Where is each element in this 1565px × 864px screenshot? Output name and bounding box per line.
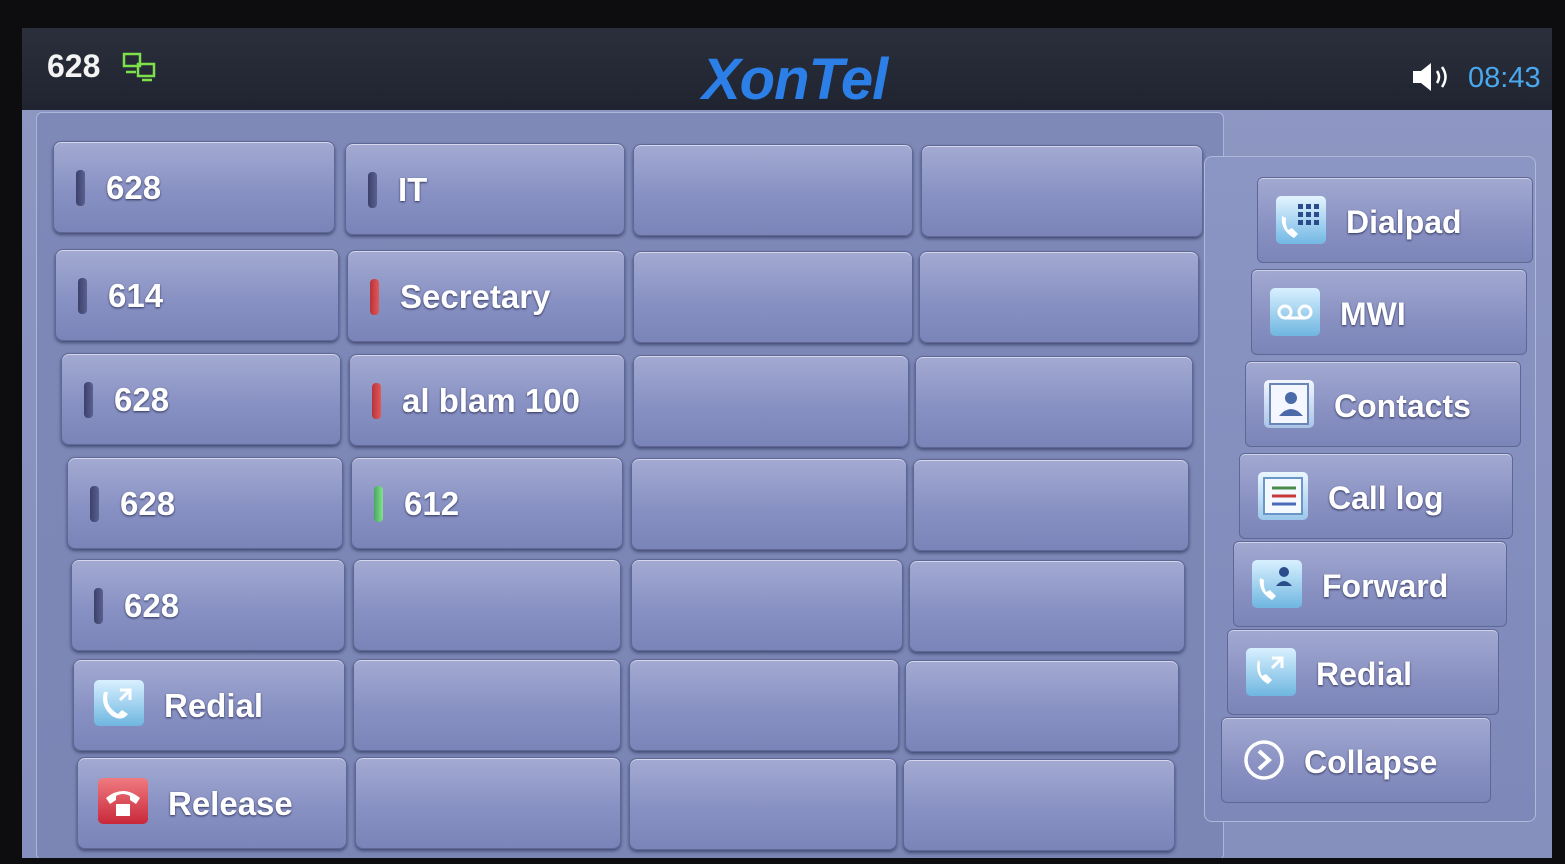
line-key-label: 628 (124, 587, 180, 624)
call-log-label: Call log (1328, 480, 1444, 516)
line-key-empty[interactable] (633, 144, 913, 236)
redial-label: Redial (164, 687, 264, 724)
collapse-icon (1242, 738, 1286, 782)
line-key[interactable]: Secretary (347, 250, 625, 342)
line-key-label: 614 (108, 277, 164, 314)
line-key-label: Secretary (400, 278, 551, 315)
line-key-empty[interactable] (633, 251, 913, 343)
release-label: Release (168, 785, 293, 822)
call-log-button[interactable]: Call log (1239, 453, 1513, 539)
contacts-icon (1264, 380, 1314, 428)
line-key-empty[interactable] (915, 356, 1193, 448)
release-key[interactable]: Release (77, 757, 347, 849)
line-key[interactable]: IT (345, 143, 625, 235)
call-log-icon (1258, 472, 1308, 520)
line-key[interactable]: 628 (71, 559, 345, 651)
line-key-empty[interactable] (353, 559, 621, 651)
line-status-led-idle (374, 486, 383, 522)
line-key-empty[interactable] (631, 559, 903, 651)
redial-menu-label: Redial (1316, 656, 1413, 692)
line-status-led (78, 278, 87, 314)
collapse-label: Collapse (1304, 744, 1438, 780)
side-menu: Dialpad MWI Contacts Call log Forward Re… (1204, 156, 1536, 822)
brand-logo: XonTel (702, 47, 888, 112)
line-key-empty[interactable] (633, 355, 909, 447)
line-status-led (90, 486, 99, 522)
redial-key[interactable]: Redial (73, 659, 345, 751)
line-key[interactable]: 628 (67, 457, 343, 549)
redial-menu-button[interactable]: Redial (1227, 629, 1499, 715)
line-key-empty[interactable] (905, 660, 1179, 752)
speaker-icon[interactable] (1410, 60, 1454, 99)
line-key-label: 628 (120, 485, 176, 522)
line-key-panel: 628 IT 614 Secretary 628 al blam 100 628… (36, 112, 1224, 858)
dialpad-button[interactable]: Dialpad (1257, 177, 1533, 263)
line-key-empty[interactable] (903, 759, 1175, 851)
line-key-label: IT (398, 171, 428, 208)
collapse-button[interactable]: Collapse (1221, 717, 1491, 803)
line-key-empty[interactable] (913, 459, 1189, 551)
line-key-label: 612 (404, 485, 460, 522)
line-status-led-busy (370, 279, 379, 315)
line-status-led (94, 588, 103, 624)
redial-icon (1246, 648, 1296, 696)
line-key[interactable]: al blam 100 (349, 354, 625, 446)
redial-icon (94, 680, 144, 726)
line-key-empty[interactable] (629, 758, 897, 850)
line-key-empty[interactable] (921, 145, 1203, 237)
dialpad-icon (1276, 196, 1326, 244)
release-icon (98, 778, 148, 824)
line-key-label: 628 (106, 169, 162, 206)
line-key-label: al blam 100 (402, 382, 580, 419)
line-key-empty[interactable] (353, 659, 621, 751)
line-key-empty[interactable] (631, 458, 907, 550)
status-bar: 628 XonTel 08:43 (22, 28, 1552, 112)
line-status-led (84, 382, 93, 418)
line-status-led-busy (372, 383, 381, 419)
line-status-led (76, 170, 85, 206)
network-icon (122, 52, 158, 87)
contacts-button[interactable]: Contacts (1245, 361, 1521, 447)
voicemail-icon (1270, 288, 1320, 336)
clock: 08:43 (1468, 62, 1541, 94)
dialpad-label: Dialpad (1346, 204, 1462, 240)
extension-number: 628 (47, 48, 101, 84)
forward-label: Forward (1322, 568, 1449, 604)
line-key-empty[interactable] (629, 659, 899, 751)
line-key[interactable]: 614 (55, 249, 339, 341)
line-key-empty[interactable] (355, 757, 621, 849)
contacts-label: Contacts (1334, 388, 1471, 424)
forward-button[interactable]: Forward (1233, 541, 1507, 627)
forward-icon (1252, 560, 1302, 608)
phone-screen: 628 XonTel 08:43 628 IT 614 Secretary 62… (22, 28, 1552, 858)
line-status-led (368, 172, 377, 208)
mwi-label: MWI (1340, 296, 1406, 332)
line-key-empty[interactable] (909, 560, 1185, 652)
mwi-button[interactable]: MWI (1251, 269, 1527, 355)
line-key[interactable]: 628 (61, 353, 341, 445)
line-key-label: 628 (114, 381, 170, 418)
line-key[interactable]: 628 (53, 141, 335, 233)
line-key-empty[interactable] (919, 251, 1199, 343)
line-key[interactable]: 612 (351, 457, 623, 549)
